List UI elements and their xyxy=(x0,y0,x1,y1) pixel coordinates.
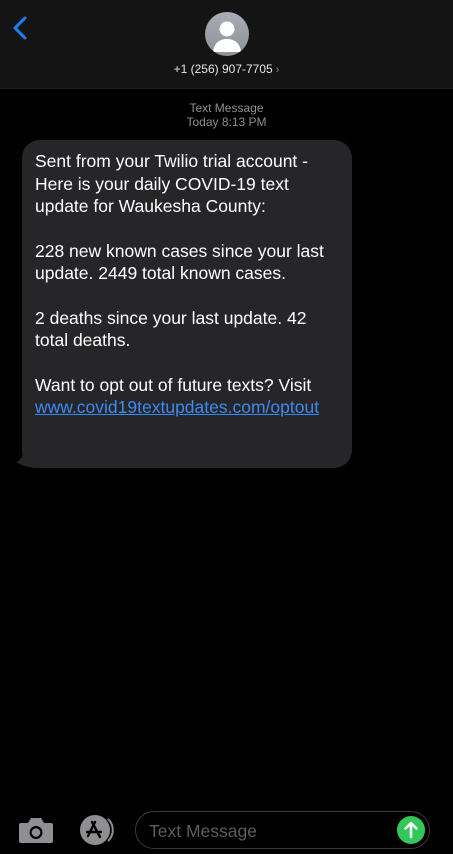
message-paragraph: Sent from your Twilio trial account - He… xyxy=(35,151,308,216)
message-input-placeholder: Text Message xyxy=(149,821,257,841)
contact-number: +1 (256) 907-7705 xyxy=(173,62,273,76)
chevron-right-icon: › xyxy=(275,64,280,76)
opt-out-link[interactable]: www.covid19textupdates.com/optout xyxy=(35,397,319,417)
message-paragraph: 2 deaths since your last update. 42 tota… xyxy=(35,307,307,351)
send-button[interactable] xyxy=(397,816,425,844)
back-button[interactable] xyxy=(8,12,36,46)
chevron-left-icon xyxy=(13,16,27,40)
message-meta: Text Message Today 8:13 PM xyxy=(0,101,453,129)
contact-name-button[interactable]: +1 (256) 907-7705 › xyxy=(0,62,453,76)
app-store-button[interactable] xyxy=(77,814,117,846)
person-icon xyxy=(213,21,241,52)
message-paragraph: Want to opt out of future texts? Visit w… xyxy=(35,374,340,419)
camera-button[interactable] xyxy=(18,815,54,845)
arrow-up-icon xyxy=(404,821,418,839)
message-paragraph: 228 new known cases since your last upda… xyxy=(35,240,324,284)
messages-screen: +1 (256) 907-7705 › Text Message Today 8:… xyxy=(0,0,453,854)
opt-out-text: Want to opt out of future texts? Visit xyxy=(35,374,312,395)
camera-icon xyxy=(19,818,53,843)
message-type-label: Text Message xyxy=(189,101,264,115)
incoming-message-bubble[interactable]: Sent from your Twilio trial account - He… xyxy=(22,140,352,468)
contact-avatar[interactable] xyxy=(205,12,249,56)
message-input[interactable]: Text Message xyxy=(135,811,430,849)
conversation-header: +1 (256) 907-7705 › xyxy=(0,0,453,89)
app-store-icon xyxy=(80,815,114,845)
message-timestamp: Today 8:13 PM xyxy=(186,115,267,129)
